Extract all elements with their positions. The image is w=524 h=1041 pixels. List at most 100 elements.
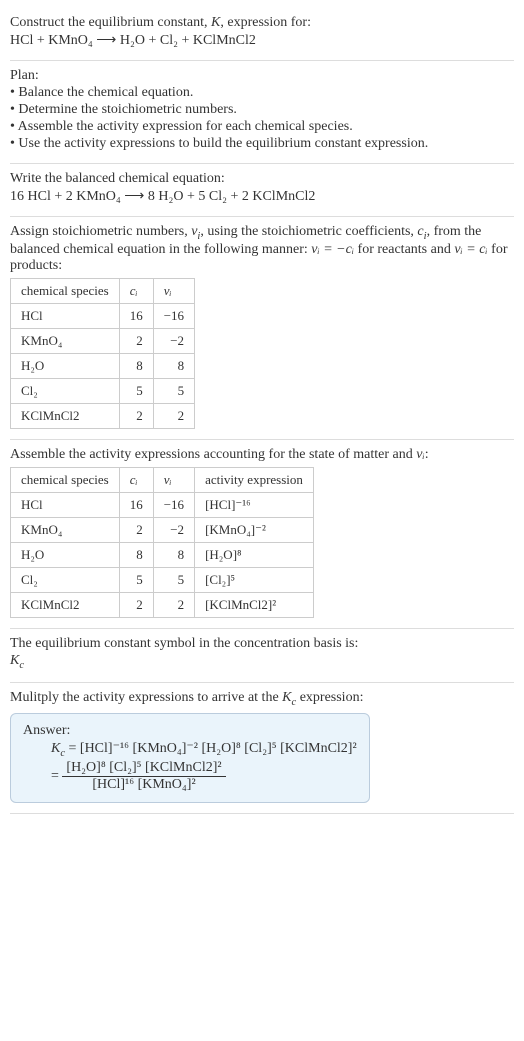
cell-species: H₂O [11,542,120,567]
col-activity: activity expression [195,467,314,492]
activity-desc-c: : [425,447,429,462]
cell-species: H₂O [11,353,120,378]
cell-nu: 2 [153,403,194,428]
fraction-denominator: [HCl]¹⁶ [KMnO₄]² [62,777,225,793]
cell-c: 16 [119,303,153,328]
fraction-numerator: [H₂O]⁸ [Cl₂]⁵ [KClMnCl2]² [62,760,225,777]
balanced-equation: 16 HCl + 2 KMnO₄ ⟶ 8 H₂O + 5 Cl₂ + 2 KCl… [10,188,514,205]
cell-species: HCl [11,303,120,328]
prompt-text-c: , expression for: [220,15,311,30]
activity-desc-a: Assemble the activity expressions accoun… [10,447,416,462]
cell-nu: −2 [153,517,194,542]
prompt-text-a: Construct the equilibrium constant, [10,15,211,30]
activity-table: chemical species cᵢ νᵢ activity expressi… [10,467,314,618]
answer-fraction: [H₂O]⁸ [Cl₂]⁵ [KClMnCl2]² [HCl]¹⁶ [KMnO₄… [62,760,225,793]
answer-lhs: Kc [51,741,65,756]
symbol-line-1: The equilibrium constant symbol in the c… [10,636,514,652]
cell-c: 16 [119,492,153,517]
cell-species: HCl [11,492,120,517]
prompt-equation: HCl + KMnO₄ ⟶ H₂O + Cl₂ + KClMnCl2 [10,32,514,49]
table-header-row: chemical species cᵢ νᵢ [11,278,195,303]
cell-c: 2 [119,592,153,617]
answer-body: Kc = [HCl]⁻¹⁶ [KMnO₄]⁻² [H₂O]⁸ [Cl₂]⁵ [K… [51,740,357,793]
stoich-desc-c: , using the stoichiometric coefficients, [200,224,417,239]
cell-nu: −2 [153,328,194,353]
final-text-c: expression: [296,690,363,705]
table-row: KClMnCl222[KClMnCl2]² [11,592,314,617]
cell-species: Cl₂ [11,378,120,403]
answer-eq-2: = [H₂O]⁸ [Cl₂]⁵ [KClMnCl2]² [HCl]¹⁶ [KMn… [51,760,357,793]
answer-eq-1: Kc = [HCl]⁻¹⁶ [KMnO₄]⁻² [H₂O]⁸ [Cl₂]⁵ [K… [51,740,357,759]
answer-box: Answer: Kc = [HCl]⁻¹⁶ [KMnO₄]⁻² [H₂O]⁸ [… [10,713,370,803]
col-nu: νᵢ [153,467,194,492]
col-nu: νᵢ [153,278,194,303]
prompt-line-1: Construct the equilibrium constant, K, e… [10,15,514,31]
cell-nu: −16 [153,492,194,517]
plan-bullet-1: • Balance the chemical equation. [10,85,514,101]
plan-bullet-4: • Use the activity expressions to build … [10,136,514,152]
col-c: cᵢ [119,278,153,303]
symbol-section: The equilibrium constant symbol in the c… [10,629,514,683]
cell-species: Cl₂ [11,567,120,592]
table-row: HCl16−16[HCl]⁻¹⁶ [11,492,314,517]
answer-K: K [51,741,60,756]
table-row: H₂O88 [11,353,195,378]
stoich-description: Assign stoichiometric numbers, νi, using… [10,224,514,274]
cell-species: KClMnCl2 [11,403,120,428]
cell-activity: [Cl₂]⁵ [195,567,314,592]
stoich-table: chemical species cᵢ νᵢ HCl16−16 KMnO₄2−2… [10,278,195,429]
balanced-section: Write the balanced chemical equation: 16… [10,164,514,217]
stoich-desc-f: for reactants and [354,242,454,257]
cell-c: 2 [119,403,153,428]
cell-species: KMnO₄ [11,517,120,542]
cell-activity: [KClMnCl2]² [195,592,314,617]
cell-activity: [H₂O]⁸ [195,542,314,567]
table-row: KMnO₄2−2 [11,328,195,353]
activity-description: Assemble the activity expressions accoun… [10,447,514,463]
activity-nu: νᵢ [416,447,424,462]
prompt-section: Construct the equilibrium constant, K, e… [10,8,514,61]
cell-nu: 8 [153,353,194,378]
cell-nu: 2 [153,592,194,617]
final-Kc: Kc [282,690,296,705]
table-row: KMnO₄2−2[KMnO₄]⁻² [11,517,314,542]
cell-nu: 5 [153,567,194,592]
cell-species: KClMnCl2 [11,592,120,617]
final-section: Mulitply the activity expressions to arr… [10,683,514,815]
stoich-nu: νi [191,224,200,239]
activity-section: Assemble the activity expressions accoun… [10,440,514,629]
cell-c: 2 [119,328,153,353]
symbol-K: K [10,653,19,668]
cell-activity: [HCl]⁻¹⁶ [195,492,314,517]
cell-c: 2 [119,517,153,542]
answer-rhs-1: = [HCl]⁻¹⁶ [KMnO₄]⁻² [H₂O]⁸ [Cl₂]⁵ [KClM… [65,741,357,756]
cell-species: KMnO₄ [11,328,120,353]
answer-label: Answer: [23,723,357,739]
cell-c: 5 [119,378,153,403]
table-header-row: chemical species cᵢ νᵢ activity expressi… [11,467,314,492]
cell-nu: 8 [153,542,194,567]
table-row: KClMnCl222 [11,403,195,428]
col-species: chemical species [11,467,120,492]
final-text-a: Mulitply the activity expressions to arr… [10,690,282,705]
plan-bullet-3: • Assemble the activity expression for e… [10,119,514,135]
final-K: K [282,690,291,705]
cell-c: 8 [119,353,153,378]
plan-heading: Plan: [10,68,514,84]
balanced-heading: Write the balanced chemical equation: [10,171,514,187]
cell-activity: [KMnO₄]⁻² [195,517,314,542]
table-row: Cl₂55[Cl₂]⁵ [11,567,314,592]
symbol-Kc: Kc [10,653,514,671]
cell-nu: 5 [153,378,194,403]
col-species: chemical species [11,278,120,303]
cell-c: 8 [119,542,153,567]
plan-section: Plan: • Balance the chemical equation. •… [10,61,514,164]
stoich-rel1: νᵢ = −cᵢ [311,242,354,257]
stoich-rel2: νᵢ = cᵢ [454,242,487,257]
stoich-desc-a: Assign stoichiometric numbers, [10,224,191,239]
table-row: H₂O88[H₂O]⁸ [11,542,314,567]
plan-bullet-2: • Determine the stoichiometric numbers. [10,102,514,118]
cell-c: 5 [119,567,153,592]
final-heading: Mulitply the activity expressions to arr… [10,690,514,708]
cell-nu: −16 [153,303,194,328]
